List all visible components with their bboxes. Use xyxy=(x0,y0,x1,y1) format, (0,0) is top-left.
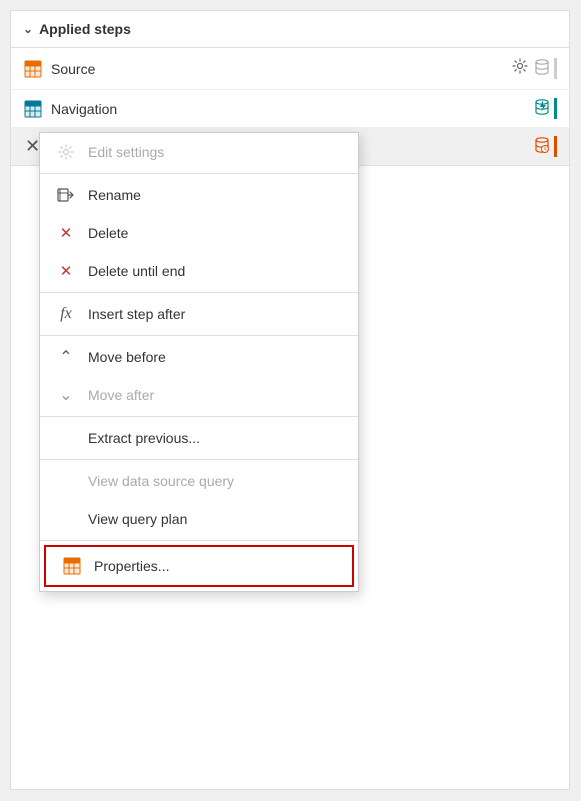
ctx-view-query-plan-label: View query plan xyxy=(88,511,187,527)
step-source[interactable]: Source xyxy=(11,48,569,90)
source-label: Source xyxy=(51,61,502,77)
ctx-view-datasource-icon xyxy=(56,471,76,491)
ctx-delete-icon: ✕ xyxy=(56,223,76,243)
ctx-sep-3 xyxy=(40,335,358,336)
ctx-move-after[interactable]: ⌄ Move after xyxy=(40,376,358,414)
ctx-sep-4 xyxy=(40,416,358,417)
ctx-extract-previous-label: Extract previous... xyxy=(88,430,200,446)
ctx-chevron-up-icon: ⌃ xyxy=(56,347,76,367)
ctx-delete-until-end-icon: ✕ xyxy=(56,261,76,281)
ctx-rename-label: Rename xyxy=(88,187,141,203)
navigation-label: Navigation xyxy=(51,101,526,117)
ctx-sep-2 xyxy=(40,292,358,293)
source-gear-icon[interactable] xyxy=(510,56,530,81)
navigation-actions xyxy=(534,98,557,119)
ctx-extract-icon xyxy=(56,428,76,448)
navigation-table-icon xyxy=(23,99,43,119)
applied-steps-title: Applied steps xyxy=(39,21,131,37)
applied-steps-panel: ⌄ Applied steps Source xyxy=(10,10,570,790)
ctx-sep-6 xyxy=(40,540,358,541)
ctx-view-queryplan-icon xyxy=(56,509,76,529)
context-menu: Edit settings Rename ✕ Delete xyxy=(39,132,359,592)
renamed-actions xyxy=(534,136,557,157)
navigation-db-icon xyxy=(534,98,557,119)
ctx-delete[interactable]: ✕ Delete xyxy=(40,214,358,252)
ctx-sep-5 xyxy=(40,459,358,460)
ctx-insert-step-after-label: Insert step after xyxy=(88,306,185,322)
renamed-db-icon xyxy=(534,136,557,157)
ctx-view-query-plan[interactable]: View query plan xyxy=(40,500,358,538)
source-table-icon xyxy=(23,59,43,79)
ctx-properties-table-icon xyxy=(62,556,82,576)
source-actions xyxy=(510,56,557,81)
ctx-move-before-label: Move before xyxy=(88,349,166,365)
source-db-icon xyxy=(534,58,557,79)
ctx-move-before[interactable]: ⌃ Move before xyxy=(40,338,358,376)
chevron-icon: ⌄ xyxy=(23,22,33,36)
ctx-delete-label: Delete xyxy=(88,225,128,241)
ctx-sep-1 xyxy=(40,173,358,174)
ctx-gear-icon xyxy=(56,142,76,162)
ctx-properties-label: Properties... xyxy=(94,558,169,574)
ctx-chevron-down-icon: ⌄ xyxy=(56,385,76,405)
ctx-move-after-label: Move after xyxy=(88,387,154,403)
steps-list: Source xyxy=(11,48,569,166)
ctx-view-data-source-query-label: View data source query xyxy=(88,473,234,489)
ctx-delete-until-end-label: Delete until end xyxy=(88,263,185,279)
step-navigation[interactable]: Navigation xyxy=(11,90,569,128)
ctx-insert-step-after[interactable]: fx Insert step after xyxy=(40,295,358,333)
ctx-delete-until-end[interactable]: ✕ Delete until end xyxy=(40,252,358,290)
ctx-rename-icon xyxy=(56,185,76,205)
ctx-properties[interactable]: Properties... xyxy=(44,545,354,587)
ctx-view-data-source-query[interactable]: View data source query xyxy=(40,462,358,500)
renamed-close-icon[interactable]: ✕ xyxy=(25,136,40,157)
ctx-fx-icon: fx xyxy=(56,304,76,324)
ctx-edit-settings-label: Edit settings xyxy=(88,144,164,160)
applied-steps-header: ⌄ Applied steps xyxy=(11,11,569,48)
ctx-edit-settings[interactable]: Edit settings xyxy=(40,133,358,171)
ctx-rename[interactable]: Rename xyxy=(40,176,358,214)
ctx-extract-previous[interactable]: Extract previous... xyxy=(40,419,358,457)
